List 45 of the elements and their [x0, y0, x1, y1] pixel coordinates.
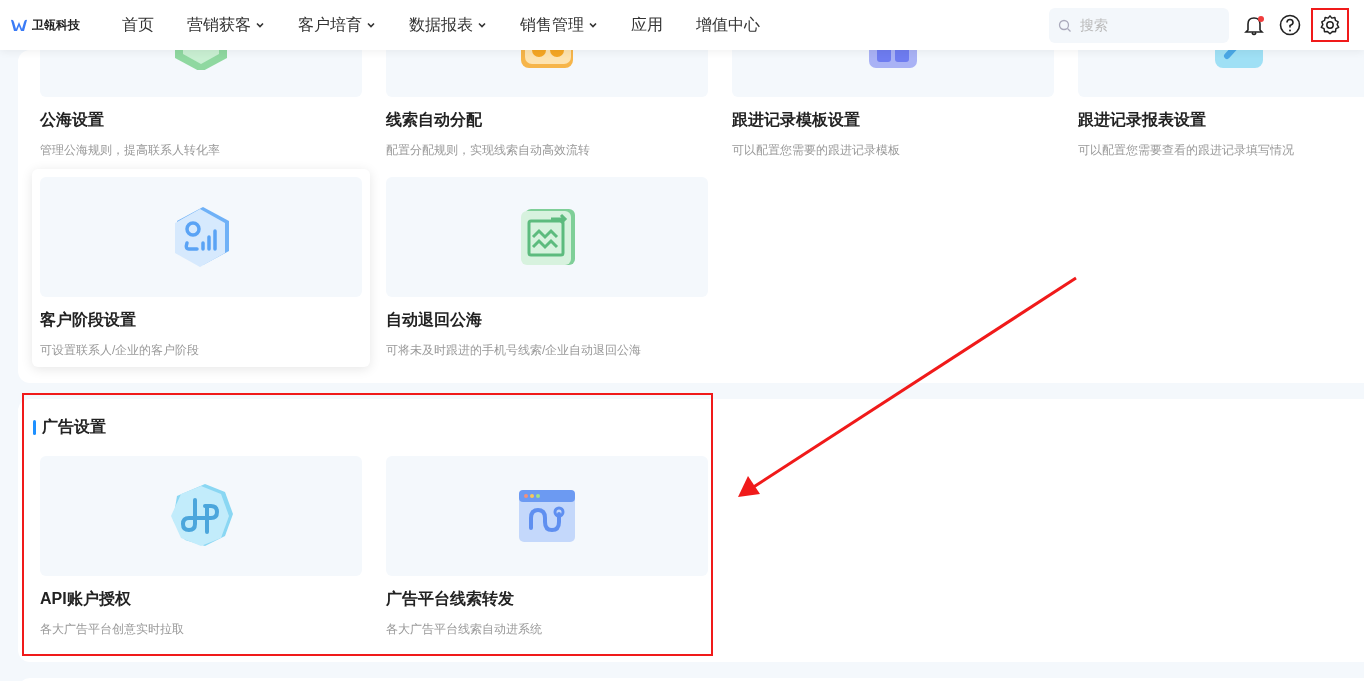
- settings-card[interactable]: 广告平台线索转发 各大广告平台线索自动进系统: [378, 448, 716, 646]
- card-title: API账户授权: [40, 589, 132, 609]
- section-title: 广告设置: [42, 417, 106, 437]
- nav-menu-item[interactable]: 客户培育: [298, 13, 376, 37]
- card-title: 客户阶段设置: [40, 310, 137, 330]
- nav-menu-item[interactable]: 首页: [122, 13, 154, 37]
- card-title: 线索自动分配: [386, 110, 483, 130]
- settings-card[interactable]: 自动退回公海 可将未及时跟进的手机号线索/企业自动退回公海: [378, 169, 716, 367]
- search-icon: [1058, 18, 1072, 33]
- card-description: 各大广告平台创意实时拉取: [40, 621, 185, 638]
- logo-text: 卫瓴科技: [32, 17, 80, 34]
- help-icon[interactable]: [1279, 14, 1301, 36]
- card-description: 可设置联系人/企业的客户阶段: [40, 342, 201, 359]
- tile-icon: [521, 50, 573, 70]
- card-title: 跟进记录模板设置: [732, 110, 861, 130]
- settings-button[interactable]: [1311, 8, 1349, 42]
- notification-bell-icon[interactable]: [1243, 14, 1265, 36]
- panels-icon: [869, 50, 917, 70]
- card-description: 可以配置您需要的跟进记录模板: [732, 142, 901, 159]
- card-description: 各大广告平台线索自动进系统: [386, 621, 543, 638]
- nav-menu-item[interactable]: 数据报表: [409, 13, 487, 37]
- settings-card[interactable]: 线索自动分配 配置分配规则，实现线索自动高效流转: [378, 50, 716, 167]
- search-field[interactable]: 搜索: [1049, 7, 1229, 43]
- nav-menu-item[interactable]: 应用: [631, 13, 663, 37]
- settings-card[interactable]: 公海设置 管理公海规则，提高联系人转化率: [32, 50, 370, 167]
- settings-card[interactable]: 客户阶段设置 可设置联系人/企业的客户阶段: [32, 169, 370, 367]
- card-title: 自动退回公海: [386, 310, 483, 330]
- card-description: 可将未及时跟进的手机号线索/企业自动退回公海: [386, 342, 643, 359]
- logo-icon: [10, 18, 28, 32]
- nav-menu-item[interactable]: 增值中心: [696, 13, 760, 37]
- nav-menu-item[interactable]: 销售管理: [520, 13, 598, 37]
- card-title: 跟进记录报表设置: [1078, 110, 1207, 130]
- card-title: 广告平台线索转发: [386, 589, 515, 609]
- card-description: 配置分配规则，实现线索自动高效流转: [386, 142, 591, 159]
- settings-icon: [1319, 14, 1341, 36]
- settings-card[interactable]: 跟进记录模板设置 可以配置您需要的跟进记录模板: [724, 50, 1062, 167]
- card-title: 公海设置: [40, 110, 105, 130]
- card-description: 管理公海规则，提高联系人转化率: [40, 142, 221, 159]
- section-accent-bar: [33, 419, 36, 435]
- settings-card[interactable]: 跟进记录报表设置 可以配置您需要查看的跟进记录填写情况: [1070, 50, 1364, 167]
- settings-card[interactable]: API账户授权 各大广告平台创意实时拉取: [32, 448, 370, 646]
- hexagon-icon: [175, 50, 227, 70]
- tile-icon: [1215, 50, 1263, 70]
- nav-menu-item[interactable]: 营销获客: [187, 13, 265, 37]
- card-description: 可以配置您需要查看的跟进记录填写情况: [1078, 142, 1295, 159]
